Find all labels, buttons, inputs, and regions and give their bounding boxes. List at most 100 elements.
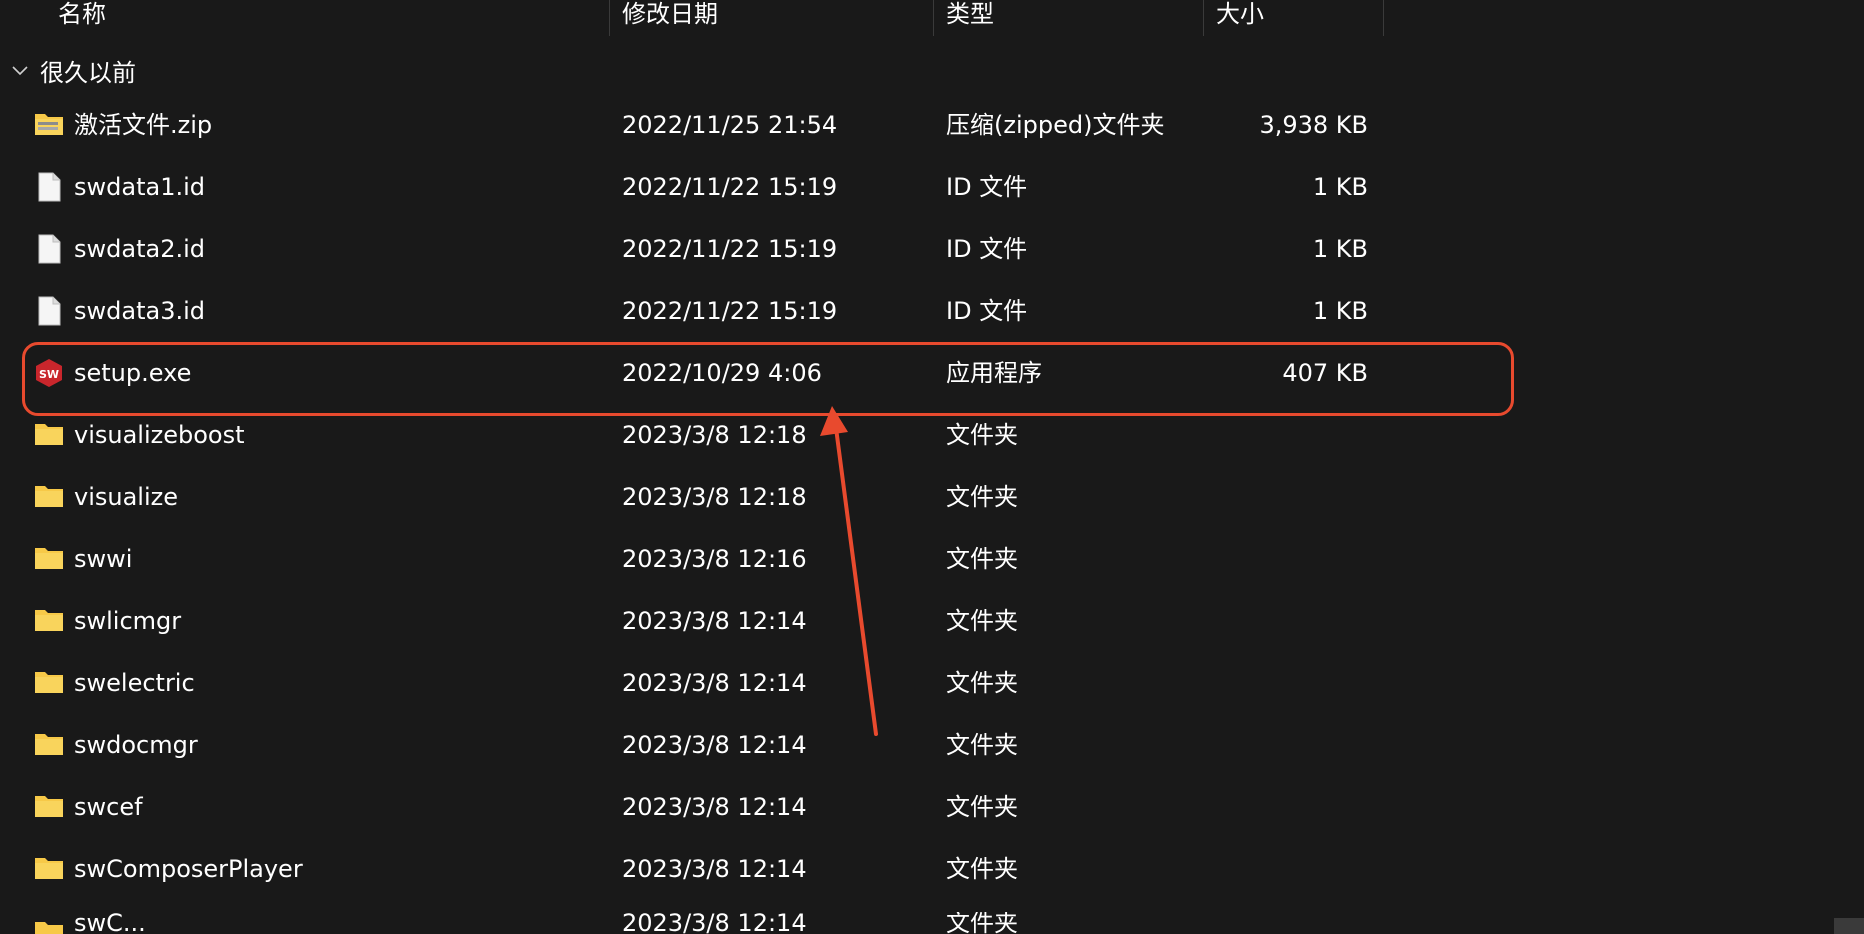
file-name: swlicmgr [74, 607, 182, 635]
zip-folder-icon [34, 110, 64, 140]
file-date: 2023/3/8 12:14 [622, 607, 807, 635]
file-size [1200, 776, 1368, 838]
partial-row[interactable]: swC... 2023/3/8 12:14 文件夹 [0, 912, 1400, 934]
file-name: visualize [74, 483, 178, 511]
file-row[interactable]: swwi 2023/3/8 12:16 文件夹 [0, 528, 1380, 590]
file-date: 2023/3/8 12:14 [622, 793, 807, 821]
file-size [1200, 714, 1368, 776]
file-date: 2023/3/8 12:14 [622, 731, 807, 759]
folder-icon [34, 668, 64, 698]
column-divider[interactable] [1383, 0, 1384, 36]
file-type: 文件夹 [946, 421, 1018, 449]
file-date: 2023/3/8 12:14 [622, 669, 807, 697]
file-name: swdocmgr [74, 731, 198, 759]
file-row[interactable]: swComposerPlayer 2023/3/8 12:14 文件夹 [0, 838, 1380, 900]
file-icon [34, 172, 64, 202]
file-date: 2022/10/29 4:06 [622, 359, 822, 387]
column-divider[interactable] [609, 0, 610, 36]
partial-row-type: 文件夹 [946, 912, 1018, 934]
file-type: 文件夹 [946, 545, 1018, 573]
file-date: 2023/3/8 12:18 [622, 421, 807, 449]
file-date: 2022/11/22 15:19 [622, 297, 838, 325]
column-header-type[interactable]: 类型 [936, 0, 1202, 36]
partial-row-date: 2023/3/8 12:14 [622, 912, 807, 934]
file-date: 2023/3/8 12:14 [622, 855, 807, 883]
column-header-date-label: 修改日期 [622, 0, 718, 28]
file-size [1200, 404, 1368, 466]
file-size: 407 KB [1282, 359, 1368, 387]
file-name: setup.exe [74, 359, 192, 387]
file-row[interactable]: 激活文件.zip 2022/11/25 21:54 压缩(zipped)文件夹 3,9… [0, 94, 1380, 156]
file-type: 应用程序 [946, 359, 1042, 387]
folder-icon [34, 854, 64, 884]
file-date: 2023/3/8 12:18 [622, 483, 807, 511]
column-header-size[interactable]: 大小 [1206, 0, 1382, 36]
folder-icon [34, 482, 64, 512]
file-type: 文件夹 [946, 731, 1018, 759]
column-divider[interactable] [1203, 0, 1204, 36]
file-type: 文件夹 [946, 669, 1018, 697]
file-date: 2022/11/22 15:19 [622, 235, 838, 263]
column-header-name-label: 名称 [58, 0, 106, 28]
file-date: 2022/11/25 21:54 [622, 111, 838, 139]
file-type: 压缩(zipped)文件夹 [946, 111, 1165, 139]
file-row[interactable]: swelectric 2023/3/8 12:14 文件夹 [0, 652, 1380, 714]
file-type: ID 文件 [946, 297, 1028, 325]
column-header-size-label: 大小 [1216, 0, 1264, 28]
file-size [1200, 838, 1368, 900]
file-size: 1 KB [1312, 297, 1368, 325]
file-row[interactable]: swdata3.id 2022/11/22 15:19 ID 文件 1 KB [0, 280, 1380, 342]
svg-text:SW: SW [39, 368, 59, 381]
file-size: 3,938 KB [1259, 111, 1368, 139]
file-size: 1 KB [1312, 235, 1368, 263]
file-type: ID 文件 [946, 173, 1028, 201]
file-name: swwi [74, 545, 133, 573]
file-type: ID 文件 [946, 235, 1028, 263]
group-header[interactable]: 很久以前 [10, 52, 136, 88]
file-row[interactable]: visualizeboost 2023/3/8 12:18 文件夹 [0, 404, 1380, 466]
file-date: 2022/11/22 15:19 [622, 173, 838, 201]
file-name: swelectric [74, 669, 195, 697]
partial-row-name: swC... [74, 912, 146, 934]
file-date: 2023/3/8 12:16 [622, 545, 807, 573]
solidworks-app-icon: SW [34, 358, 64, 388]
file-icon [34, 296, 64, 326]
file-name: swComposerPlayer [74, 855, 303, 883]
column-divider[interactable] [933, 0, 934, 36]
file-name: swdata2.id [74, 235, 205, 263]
file-size [1200, 590, 1368, 652]
file-name: swcef [74, 793, 143, 821]
folder-icon [34, 544, 64, 574]
file-name: swdata3.id [74, 297, 205, 325]
scrollbar-corner[interactable] [1834, 918, 1864, 934]
column-header-type-label: 类型 [946, 0, 994, 28]
file-size: 1 KB [1312, 173, 1368, 201]
file-row[interactable]: visualize 2023/3/8 12:18 文件夹 [0, 466, 1380, 528]
file-name: swdata1.id [74, 173, 205, 201]
folder-icon [34, 918, 64, 934]
file-size [1200, 528, 1368, 590]
column-header-bar: 名称 修改日期 类型 大小 [0, 0, 1864, 36]
column-header-date[interactable]: 修改日期 [612, 0, 932, 36]
file-row[interactable]: SW setup.exe 2022/10/29 4:06 应用程序 407 KB [0, 342, 1380, 404]
file-row[interactable]: swdata1.id 2022/11/22 15:19 ID 文件 1 KB [0, 156, 1380, 218]
folder-icon [34, 420, 64, 450]
folder-icon [34, 606, 64, 636]
file-row[interactable]: swdata2.id 2022/11/22 15:19 ID 文件 1 KB [0, 218, 1380, 280]
file-type: 文件夹 [946, 793, 1018, 821]
file-name: 激活文件.zip [74, 111, 213, 139]
file-row[interactable]: swlicmgr 2023/3/8 12:14 文件夹 [0, 590, 1380, 652]
file-type: 文件夹 [946, 855, 1018, 883]
file-explorer: 名称 修改日期 类型 大小 很久以前 激活文件.zip 2022/11/25 21… [0, 0, 1864, 934]
file-name: visualizeboost [74, 421, 245, 449]
group-label: 很久以前 [40, 58, 136, 87]
file-size [1200, 652, 1368, 714]
folder-icon [34, 792, 64, 822]
chevron-down-icon[interactable] [10, 60, 30, 80]
file-row[interactable]: swdocmgr 2023/3/8 12:14 文件夹 [0, 714, 1380, 776]
file-row[interactable]: swcef 2023/3/8 12:14 文件夹 [0, 776, 1380, 838]
column-header-name[interactable]: 名称 [48, 0, 608, 36]
folder-icon [34, 730, 64, 760]
file-size [1200, 466, 1368, 528]
file-type: 文件夹 [946, 607, 1018, 635]
